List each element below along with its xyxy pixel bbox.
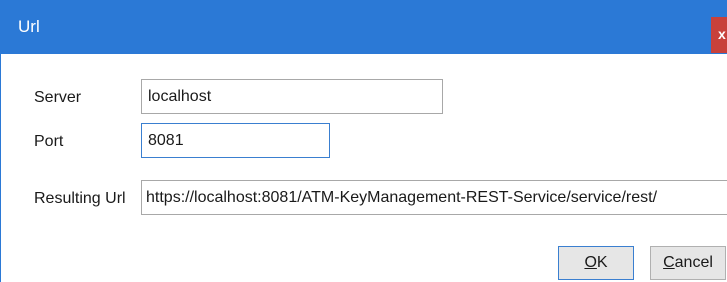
resulting-url-field[interactable]	[141, 180, 727, 215]
server-input[interactable]	[141, 79, 443, 114]
cancel-label-rest: ancel	[674, 254, 713, 271]
close-icon: x	[718, 26, 726, 42]
url-dialog: Url x Server Port Resulting Url OK Cance…	[0, 0, 727, 282]
cancel-mnemonic: C	[663, 254, 675, 271]
ok-mnemonic: O	[584, 254, 597, 271]
close-button[interactable]: x	[711, 17, 727, 53]
resulting-url-label: Resulting Url	[34, 190, 126, 207]
server-label: Server	[34, 89, 82, 106]
ok-label-rest: K	[596, 254, 608, 271]
port-input[interactable]	[141, 123, 330, 158]
cancel-button[interactable]: Cancel	[650, 246, 726, 280]
title-bar[interactable]: Url x	[1, 0, 727, 54]
window-title: Url	[18, 17, 40, 36]
port-label: Port	[34, 133, 64, 150]
ok-button[interactable]: OK	[558, 246, 634, 280]
